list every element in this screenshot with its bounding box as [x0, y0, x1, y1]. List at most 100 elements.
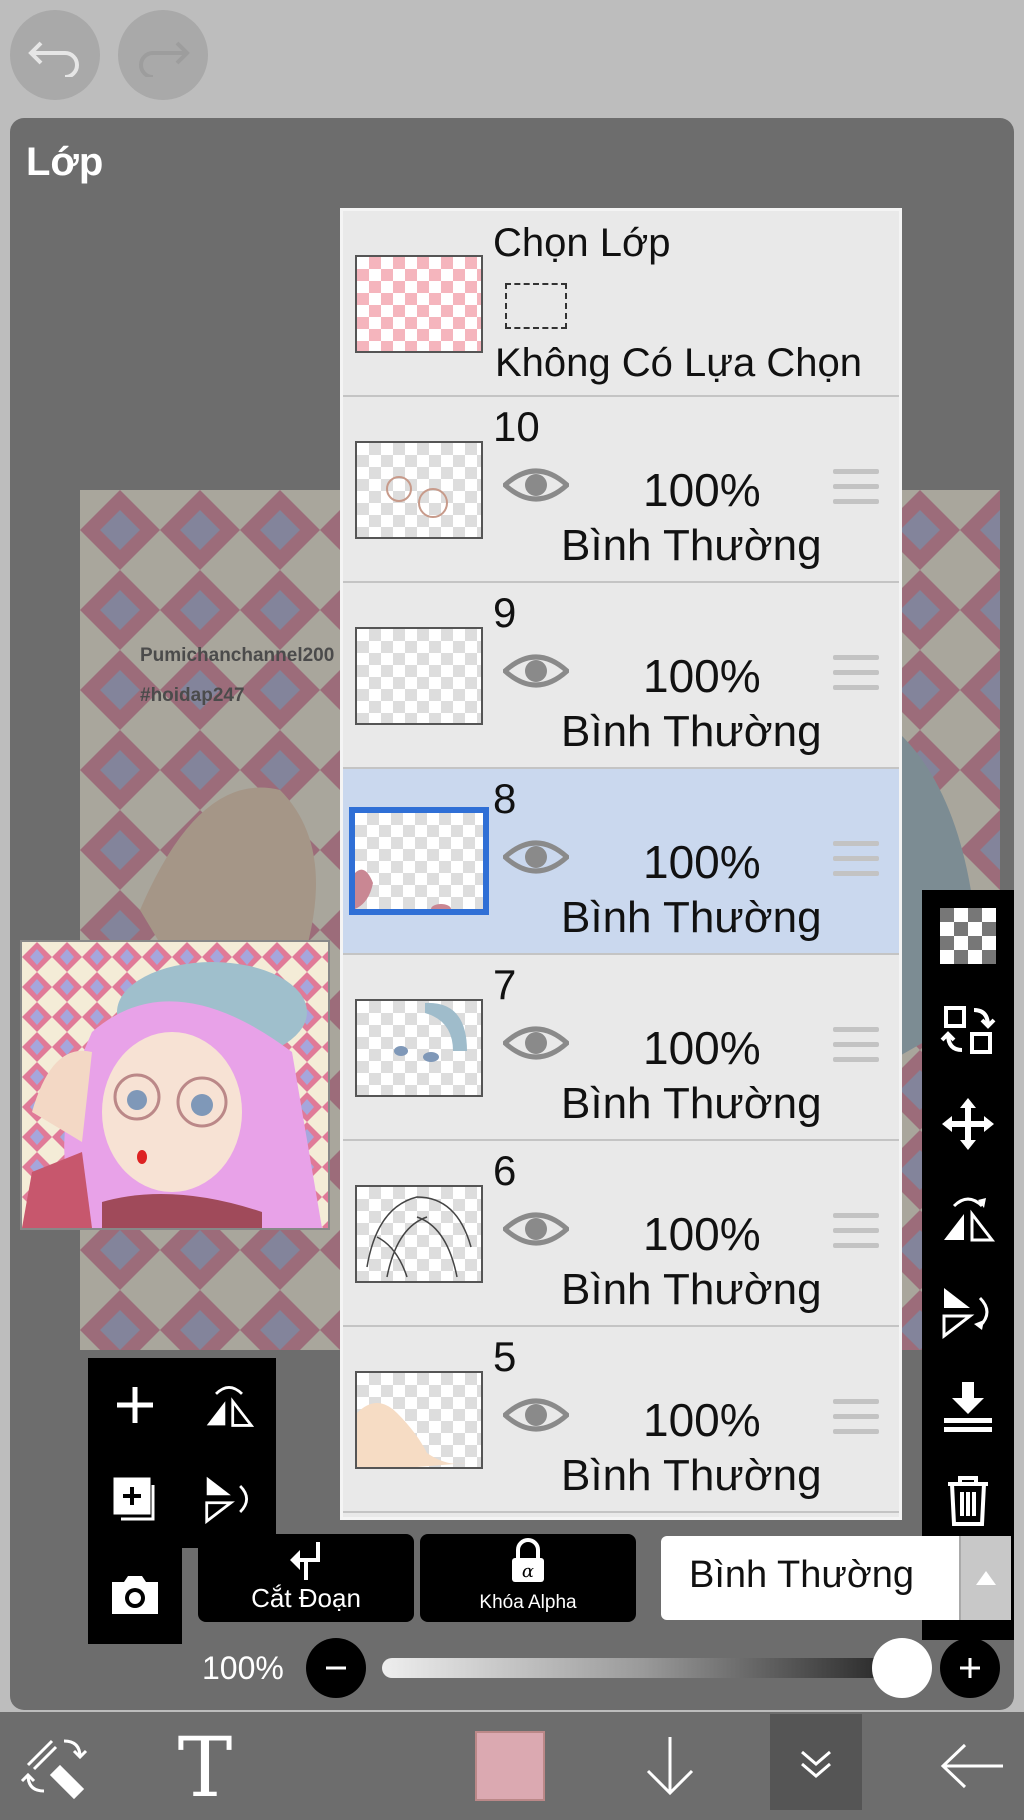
selection-thumbnail	[355, 255, 483, 353]
move-button[interactable]	[922, 1078, 1014, 1170]
selection-status: Không Có Lựa Chọn	[495, 341, 863, 385]
plus-icon	[960, 1658, 980, 1678]
opacity-increase-button[interactable]	[940, 1638, 1000, 1698]
layer-number: 9	[493, 589, 517, 636]
selection-marquee-icon	[505, 283, 567, 329]
flip-horizontal-button[interactable]	[922, 1172, 1014, 1264]
layer-blend-mode: Bình Thường	[561, 1451, 822, 1500]
layer-number: 6	[493, 1147, 517, 1194]
selection-title: Chọn Lớp	[493, 221, 671, 265]
layer-row-6[interactable]: 6 100% Bình Thường	[343, 1141, 899, 1327]
layer-row-9[interactable]: 9 100% Bình Thường	[343, 583, 899, 769]
flip-layer-horizontal-button[interactable]	[182, 1358, 276, 1452]
drag-handle-icon[interactable]	[833, 469, 879, 514]
layer-row-8[interactable]: 8 100% Bình Thường	[343, 769, 899, 955]
drag-handle-icon[interactable]	[833, 841, 879, 886]
move-icon	[942, 1098, 994, 1150]
visibility-eye-icon[interactable]	[503, 649, 569, 693]
camera-icon	[112, 1576, 158, 1614]
camera-layer-button[interactable]	[88, 1548, 182, 1644]
layer-number: 10	[493, 403, 540, 450]
text-tool-button[interactable]: T	[150, 1712, 260, 1820]
canvas-preview[interactable]	[20, 940, 330, 1230]
layer-blend-mode: Bình Thường	[561, 707, 822, 756]
drag-handle-icon[interactable]	[833, 655, 879, 700]
top-bar	[0, 0, 1024, 118]
add-layer-button[interactable]	[88, 1358, 182, 1452]
color-swatch-button[interactable]	[460, 1712, 560, 1820]
alpha-lock-button[interactable]: α Khóa Alpha	[420, 1534, 636, 1622]
layer-add-tools	[88, 1358, 276, 1644]
layer-thumbnail	[355, 1185, 483, 1283]
undo-icon	[28, 41, 79, 77]
tool-switch-button[interactable]	[0, 1712, 110, 1820]
merge-down-button[interactable]	[922, 1360, 1014, 1452]
swap-layer-button[interactable]	[922, 984, 1014, 1076]
layers-panel: Lớp Pumichanchannel200 #hoidap247 Chọn L…	[10, 118, 1014, 1710]
flip-vertical-button[interactable]	[922, 1266, 1014, 1358]
flip-vertical-icon	[205, 1476, 249, 1525]
alpha-lock-label: Khóa Alpha	[479, 1592, 577, 1613]
current-color-swatch	[475, 1731, 545, 1801]
arrow-left-icon	[940, 1743, 1003, 1789]
layer-thumbnail	[355, 1371, 483, 1469]
lock-icon: α	[512, 1538, 544, 1582]
transparent-fill-button[interactable]	[922, 890, 1014, 982]
flip-layer-vertical-button[interactable]	[182, 1452, 276, 1546]
opacity-label: 100%	[202, 1650, 284, 1686]
watermark-text-2: #hoidap247	[140, 685, 245, 706]
visibility-eye-icon[interactable]	[503, 835, 569, 879]
drag-handle-icon[interactable]	[833, 1213, 879, 1258]
visibility-eye-icon[interactable]	[503, 1393, 569, 1437]
drag-handle-icon[interactable]	[833, 1027, 879, 1072]
add-image-layer-button[interactable]	[88, 1452, 182, 1546]
layer-thumbnail	[355, 999, 483, 1097]
double-chevron-down-icon	[801, 1750, 831, 1778]
clipping-label: Cắt Đoạn	[251, 1583, 361, 1613]
layer-opacity: 100%	[643, 1208, 761, 1260]
layer-opacity: 100%	[643, 650, 761, 702]
opacity-decrease-button[interactable]	[306, 1638, 366, 1698]
layer-opacity: 100%	[643, 836, 761, 888]
layer-opacity: 100%	[643, 1394, 761, 1446]
plus-icon	[117, 1387, 153, 1423]
blend-mode-value: Bình Thường	[689, 1554, 915, 1596]
layer-number: 5	[493, 1333, 517, 1380]
watermark-text-1: Pumichanchannel200	[140, 645, 335, 666]
bottom-toolbar: T	[0, 1712, 1024, 1820]
move-down-button[interactable]	[620, 1712, 720, 1820]
redo-button[interactable]	[118, 10, 208, 100]
drag-handle-icon[interactable]	[833, 1399, 879, 1444]
opacity-slider-knob[interactable]	[872, 1638, 932, 1698]
caret-up-icon[interactable]	[959, 1536, 1011, 1620]
minus-icon	[326, 1666, 346, 1670]
layer-tools-strip	[922, 890, 1014, 1640]
svg-text:α: α	[522, 1561, 534, 1582]
layer-list[interactable]: Chọn Lớp Không Có Lựa Chọn 10 100% Bình …	[340, 208, 902, 1520]
visibility-eye-icon[interactable]	[503, 1021, 569, 1065]
flip-horizontal-icon	[944, 1197, 996, 1242]
trash-icon	[948, 1476, 988, 1526]
swap-icon	[940, 1006, 996, 1054]
selection-layer-row[interactable]: Chọn Lớp Không Có Lựa Chọn	[343, 211, 899, 397]
clipping-button[interactable]: Cắt Đoạn	[198, 1534, 414, 1622]
opacity-slider-track[interactable]	[382, 1658, 902, 1678]
undo-button[interactable]	[10, 10, 100, 100]
layer-row-5[interactable]: 5 100% Bình Thường	[343, 1327, 899, 1513]
visibility-eye-icon[interactable]	[503, 1207, 569, 1251]
layer-row-10[interactable]: 10 100% Bình Thường	[343, 397, 899, 583]
layer-opacity: 100%	[643, 1022, 761, 1074]
add-layer-icon	[113, 1477, 155, 1521]
layer-blend-mode: Bình Thường	[561, 893, 822, 942]
delete-layer-button[interactable]	[922, 1454, 1014, 1546]
layer-row-7[interactable]: 7 100% Bình Thường	[343, 955, 899, 1141]
back-button[interactable]	[920, 1712, 1024, 1820]
merge-down-icon	[944, 1382, 992, 1432]
flip-vertical-icon	[942, 1288, 989, 1340]
layers-panel-button[interactable]	[770, 1714, 862, 1810]
blend-mode-select[interactable]: Bình Thường	[661, 1536, 1011, 1620]
panel-title: Lớp	[26, 140, 104, 184]
visibility-eye-icon[interactable]	[503, 463, 569, 507]
svg-text:T: T	[178, 1728, 233, 1804]
layer-number: 8	[493, 775, 517, 822]
